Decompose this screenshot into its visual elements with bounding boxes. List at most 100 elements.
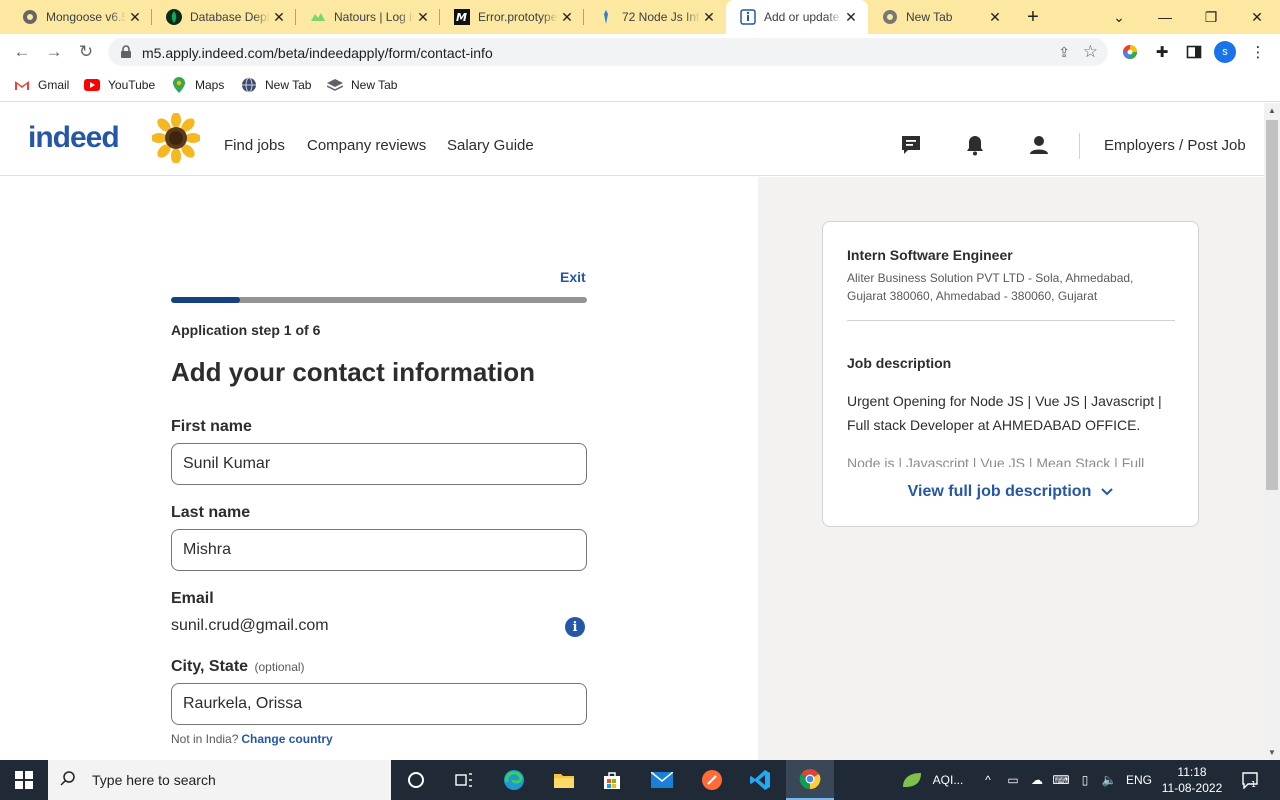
postman-icon[interactable] bbox=[688, 760, 736, 800]
employers-post-job-link[interactable]: Employers / Post Job bbox=[1104, 137, 1246, 154]
reload-icon[interactable]: ↻ bbox=[74, 40, 98, 64]
profile-avatar[interactable]: s bbox=[1214, 41, 1236, 63]
volume-icon[interactable]: 🔈 bbox=[1098, 760, 1120, 800]
taskbar-clock[interactable]: 11:18 11-08-2022 bbox=[1156, 764, 1228, 796]
city-state-label-text: City, State bbox=[171, 658, 249, 675]
info-icon[interactable]: i bbox=[565, 617, 585, 637]
restore-icon[interactable]: ❐ bbox=[1188, 0, 1234, 34]
sunflower-doodle-icon[interactable] bbox=[152, 113, 200, 163]
close-icon[interactable]: ✕ bbox=[700, 8, 718, 26]
tab-add-or-update[interactable]: Add or update ✕ bbox=[726, 0, 868, 34]
header-divider bbox=[1079, 133, 1080, 159]
task-view-icon[interactable] bbox=[440, 760, 488, 800]
mail-icon[interactable] bbox=[638, 760, 686, 800]
bookmark-youtube[interactable]: YouTube bbox=[84, 77, 155, 93]
close-icon[interactable]: ✕ bbox=[842, 8, 860, 26]
tab-new-tab[interactable]: New Tab ✕ bbox=[868, 0, 1012, 34]
forward-icon[interactable]: → bbox=[42, 40, 66, 64]
account-person-icon[interactable] bbox=[1027, 133, 1051, 157]
gmail-icon bbox=[14, 77, 30, 93]
job-title: Intern Software Engineer bbox=[847, 247, 1013, 263]
chrome-icon bbox=[882, 9, 898, 25]
tab-error-prototype[interactable]: M Error.prototype.stack ✕ bbox=[440, 0, 584, 34]
indeed-logo[interactable]: indeed bbox=[28, 121, 120, 155]
optional-tag: (optional) bbox=[254, 660, 305, 674]
microsoft-store-icon[interactable] bbox=[588, 760, 636, 800]
page-title: Add your contact information bbox=[171, 357, 535, 387]
windows-taskbar: Type here to search AQI... ^ ▭ ☁ ⌨ ▯ 🔈 E… bbox=[0, 760, 1280, 800]
windows-start-icon[interactable] bbox=[0, 760, 48, 800]
change-country-link[interactable]: Change country bbox=[241, 732, 332, 746]
natours-icon bbox=[310, 9, 326, 25]
job-description-truncated: Node js | Javascript | Vue JS | Mean Sta… bbox=[847, 451, 1177, 467]
browser-toolbar: ← → ↻ m5.apply.indeed.com/beta/indeedapp… bbox=[0, 34, 1280, 70]
new-tab-plus-icon[interactable]: + bbox=[1022, 6, 1044, 28]
tab-search-chevron-icon[interactable]: ⌄ bbox=[1096, 0, 1142, 34]
tab-node-interview[interactable]: 72 Node Js Interview ✕ bbox=[584, 0, 726, 34]
close-icon[interactable]: ✕ bbox=[414, 8, 432, 26]
notification-count: 1 bbox=[1251, 780, 1256, 789]
first-name-label: First name bbox=[171, 418, 252, 435]
tab-mongoose[interactable]: Mongoose v6.5. ✕ bbox=[8, 0, 152, 34]
close-icon[interactable]: ✕ bbox=[126, 8, 144, 26]
bookmark-maps[interactable]: Maps bbox=[171, 77, 224, 93]
taskbar-search-box[interactable]: Type here to search bbox=[48, 760, 391, 800]
exit-link[interactable]: Exit bbox=[560, 269, 586, 285]
file-explorer-icon[interactable] bbox=[540, 760, 588, 800]
side-panel-icon[interactable] bbox=[1184, 42, 1204, 62]
edge-icon[interactable] bbox=[490, 760, 538, 800]
window-close-icon[interactable]: ✕ bbox=[1234, 0, 1280, 34]
page-scrollbar[interactable]: ▲ ▼ bbox=[1264, 103, 1280, 760]
notification-center-icon[interactable]: 1 bbox=[1236, 760, 1264, 800]
close-icon[interactable]: ✕ bbox=[558, 8, 576, 26]
view-full-job-description-button[interactable]: View full job description bbox=[823, 483, 1198, 501]
messages-icon[interactable] bbox=[899, 133, 923, 157]
share-icon[interactable]: ⇪ bbox=[1058, 44, 1070, 61]
indeed-header: indeed Find jobs Company reviews Salary … bbox=[0, 103, 1264, 176]
cortana-icon[interactable] bbox=[392, 760, 440, 800]
nav-salary-guide[interactable]: Salary Guide bbox=[447, 137, 534, 154]
bookmark-new-tab-1[interactable]: New Tab bbox=[241, 77, 311, 93]
network-icon[interactable]: ☁ bbox=[1026, 760, 1048, 800]
chrome-taskbar-icon[interactable] bbox=[786, 760, 834, 800]
chrome-menu-icon[interactable]: ⋮ bbox=[1248, 42, 1268, 62]
weather-leaf-icon[interactable] bbox=[898, 760, 926, 800]
notifications-bell-icon[interactable] bbox=[963, 133, 987, 157]
address-bar[interactable]: m5.apply.indeed.com/beta/indeedapply/for… bbox=[108, 38, 1108, 66]
job-description-heading: Job description bbox=[847, 355, 952, 371]
tab-database[interactable]: Database Deployments ✕ bbox=[152, 0, 296, 34]
mongoose-icon bbox=[22, 9, 38, 25]
input-method-icon[interactable]: ⌨ bbox=[1050, 760, 1072, 800]
nav-find-jobs[interactable]: Find jobs bbox=[224, 137, 285, 154]
bookmarks-bar: Gmail YouTube Maps New Tab New Tab bbox=[0, 70, 1280, 102]
scroll-up-icon[interactable]: ▲ bbox=[1268, 106, 1276, 115]
youtube-icon bbox=[84, 77, 100, 93]
close-icon[interactable]: ✕ bbox=[270, 8, 288, 26]
extensions-puzzle-icon[interactable]: ✚ bbox=[1152, 42, 1172, 62]
meet-now-icon[interactable]: ▭ bbox=[1002, 760, 1024, 800]
city-state-label: City, State (optional) bbox=[171, 658, 305, 676]
language-indicator[interactable]: ENG bbox=[1124, 760, 1154, 800]
bookmark-gmail[interactable]: Gmail bbox=[14, 77, 69, 93]
close-icon[interactable]: ✕ bbox=[986, 8, 1004, 26]
tray-overflow-chevron-icon[interactable]: ^ bbox=[978, 760, 998, 800]
clock-time: 11:18 bbox=[1177, 765, 1207, 779]
scroll-down-icon[interactable]: ▼ bbox=[1268, 748, 1276, 757]
nav-company-reviews[interactable]: Company reviews bbox=[307, 137, 426, 154]
vscode-icon[interactable] bbox=[736, 760, 784, 800]
lock-icon bbox=[118, 44, 134, 60]
color-extension-icon[interactable] bbox=[1120, 42, 1140, 62]
first-name-field[interactable] bbox=[171, 443, 587, 485]
last-name-field[interactable] bbox=[171, 529, 587, 571]
back-icon[interactable]: ← bbox=[10, 40, 34, 64]
tab-natours[interactable]: Natours | Log into ✕ bbox=[296, 0, 440, 34]
battery-icon[interactable]: ▯ bbox=[1074, 760, 1096, 800]
city-state-field[interactable] bbox=[171, 683, 587, 725]
minimize-icon[interactable]: — bbox=[1142, 0, 1188, 34]
scrollbar-thumb[interactable] bbox=[1266, 120, 1278, 490]
weather-aqi[interactable]: AQI... bbox=[926, 760, 970, 800]
job-card-divider bbox=[847, 320, 1175, 321]
bookmark-star-icon[interactable]: ☆ bbox=[1083, 42, 1098, 62]
job-card: Intern Software Engineer Aliter Business… bbox=[822, 221, 1199, 527]
bookmark-new-tab-2[interactable]: New Tab bbox=[327, 77, 397, 93]
